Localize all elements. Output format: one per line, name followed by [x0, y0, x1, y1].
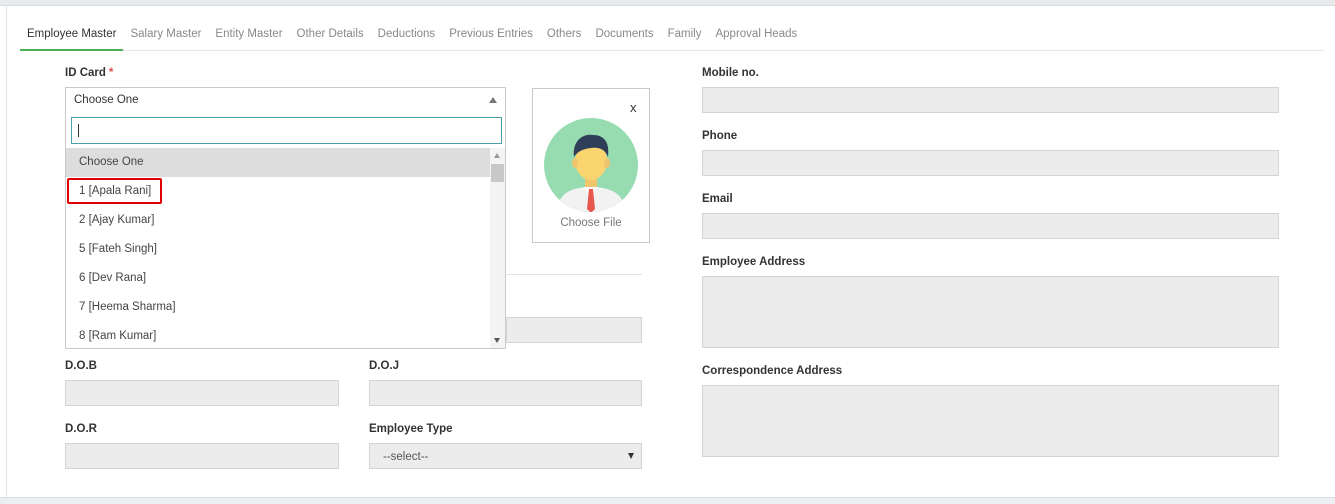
option-heema-sharma[interactable]: 7 [Heema Sharma]: [66, 293, 490, 322]
id-card-label-text: ID Card: [65, 67, 106, 79]
correspondence-address-field[interactable]: [702, 385, 1279, 457]
correspondence-address-label: Correspondence Address: [702, 365, 843, 377]
dropdown-search-input[interactable]: [71, 117, 502, 144]
bottom-bar: [0, 497, 1335, 504]
section-divider: [506, 274, 642, 275]
dor-field[interactable]: [65, 443, 339, 469]
employee-type-select[interactable]: --select--: [369, 443, 642, 469]
close-icon[interactable]: x: [630, 100, 637, 115]
option-label: 6 [Dev Rana]: [79, 272, 147, 284]
option-ajay-kumar[interactable]: 2 [Ajay Kumar]: [66, 206, 490, 235]
option-fateh-singh[interactable]: 5 [Fateh Singh]: [66, 235, 490, 264]
tab-salary-master[interactable]: Salary Master: [123, 24, 208, 50]
dob-field[interactable]: [65, 380, 339, 406]
phone-label: Phone: [702, 130, 738, 142]
phone-field[interactable]: [702, 150, 1279, 176]
id-card-selected-value: Choose One: [74, 94, 139, 106]
mobile-field[interactable]: [702, 87, 1279, 113]
option-label: 8 [Ram Kumar]: [79, 330, 157, 342]
employee-address-label: Employee Address: [702, 256, 806, 268]
tab-bar: Employee Master Salary Master Entity Mas…: [20, 24, 1324, 51]
id-card-dropdown: Choose One 1 [Apala Rani] 2 [Ajay Kumar]…: [65, 112, 506, 349]
text-cursor: [78, 124, 79, 137]
scroll-thumb[interactable]: [491, 164, 504, 182]
dor-label: D.O.R: [65, 423, 97, 435]
option-dev-rana[interactable]: 6 [Dev Rana]: [66, 264, 490, 293]
tab-others[interactable]: Others: [540, 24, 589, 50]
tab-family[interactable]: Family: [661, 24, 709, 50]
tab-approval-heads[interactable]: Approval Heads: [708, 24, 804, 50]
email-field[interactable]: [702, 213, 1279, 239]
doj-label: D.O.J: [369, 360, 400, 372]
dropdown-scrollbar[interactable]: [490, 148, 505, 348]
partially-hidden-field[interactable]: [506, 317, 642, 343]
tab-entity-master[interactable]: Entity Master: [208, 24, 289, 50]
scroll-down-icon[interactable]: [494, 338, 500, 343]
mobile-label: Mobile no.: [702, 67, 759, 79]
option-label: Choose One: [79, 156, 144, 168]
employee-type-label: Employee Type: [369, 423, 453, 435]
required-marker: *: [108, 67, 114, 79]
doj-field[interactable]: [369, 380, 642, 406]
tab-previous-entries[interactable]: Previous Entries: [442, 24, 540, 50]
id-card-label: ID Card *: [65, 67, 113, 79]
option-label: 5 [Fateh Singh]: [79, 243, 157, 255]
option-choose-one[interactable]: Choose One: [66, 148, 490, 177]
photo-upload: x Choose File: [532, 88, 650, 243]
tab-other-details[interactable]: Other Details: [290, 24, 371, 50]
choose-file-button[interactable]: Choose File: [533, 217, 649, 229]
highlight-box: [67, 178, 162, 204]
employee-type-value: --select--: [383, 451, 429, 463]
email-label: Email: [702, 193, 733, 205]
option-apala-rani[interactable]: 1 [Apala Rani]: [66, 177, 490, 206]
chevron-up-icon: [489, 97, 497, 103]
option-label: 2 [Ajay Kumar]: [79, 214, 155, 226]
option-label: 7 [Heema Sharma]: [79, 301, 176, 313]
dob-label: D.O.B: [65, 360, 97, 372]
id-card-select[interactable]: Choose One: [65, 87, 506, 113]
tab-employee-master[interactable]: Employee Master: [20, 24, 124, 51]
caret-down-icon: [628, 453, 634, 459]
tab-documents[interactable]: Documents: [588, 24, 660, 50]
employee-address-field[interactable]: [702, 276, 1279, 348]
avatar-icon: [544, 118, 638, 212]
tab-deductions[interactable]: Deductions: [371, 24, 443, 50]
scroll-up-icon[interactable]: [494, 153, 500, 158]
option-list: Choose One 1 [Apala Rani] 2 [Ajay Kumar]…: [66, 148, 490, 348]
option-ram-kumar[interactable]: 8 [Ram Kumar]: [66, 322, 490, 348]
